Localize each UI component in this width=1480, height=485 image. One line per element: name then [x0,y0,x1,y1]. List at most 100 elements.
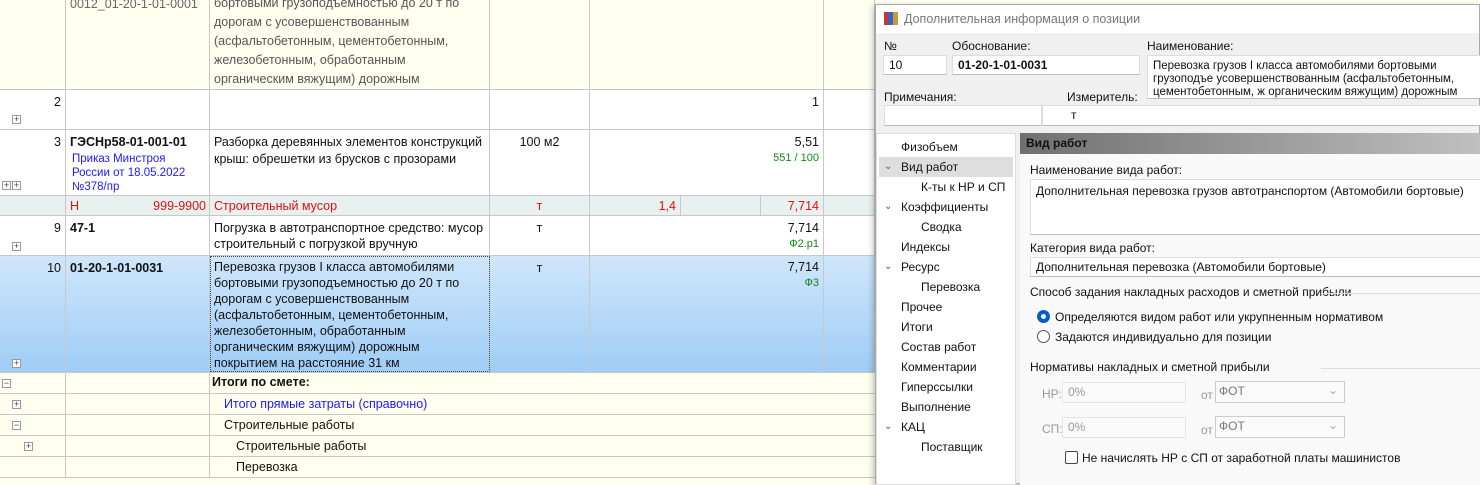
sp-label: СП: [1042,422,1063,436]
name-field[interactable]: Перевозка грузов I класса автомобилями б… [1147,55,1480,99]
position-info-dialog: Дополнительная информация о позиции № 10… [875,4,1480,485]
resource-type: Н [70,199,80,213]
select-value: ФОТ [1219,419,1245,433]
nr-base-select[interactable]: ФОТ ⌄ [1215,381,1345,403]
name: Разборка деревянных элементов конструкци… [210,130,490,195]
work-name-field[interactable]: Дополнительная перевозка грузов автотран… [1030,179,1480,235]
chevron-down-icon: ⌄ [884,421,893,432]
num-field[interactable]: 10 [883,55,947,75]
table-row[interactable]: 3 ГЭСНр58-01-001-01 Приказ Минстроя Росси… [0,130,875,196]
nav-item[interactable]: Выполнение [879,397,1013,417]
code: 47-1 [66,216,210,255]
nav-item[interactable]: Состав работ [879,337,1013,357]
row-number: 9 [0,216,66,255]
nav-item[interactable]: Поставщик [879,437,1013,457]
nav-item[interactable]: ⌄ Ресурс [879,257,1013,277]
totals-label: Строительные работы [224,418,355,432]
no-nr-sp-checkbox[interactable] [1065,451,1078,464]
expand-icon[interactable]: + [12,400,21,409]
num-label: № [884,39,897,53]
unit-field[interactable]: т [1042,105,1480,126]
category-field[interactable]: Дополнительная перевозка (Автомобили бор… [1030,257,1480,277]
table-row-selected[interactable]: 10 01-20-1-01-0031 Перевозка грузов I кл… [0,256,875,373]
nr-field[interactable]: 0% [1062,382,1186,403]
notes-field[interactable] [884,105,1042,126]
code: 0012_01-20-1-01-0001 [66,0,210,89]
value: 1 [590,90,824,129]
totals-label: Строительные работы [236,439,367,453]
row-number: 2 [0,90,66,129]
nav-item[interactable]: К-ты к НР и СП [879,177,1013,197]
nav-item[interactable]: Гиперссылки [879,377,1013,397]
chevron-down-icon: ⌄ [884,261,893,272]
totals-row[interactable]: Строительные работы − [0,415,875,436]
sp-base-select[interactable]: ФОТ ⌄ [1215,416,1345,438]
chevron-down-icon: ⌄ [1327,383,1338,397]
nav-label: Коэффициенты [901,200,989,214]
name-label: Наименование: [1147,39,1234,53]
totals-row[interactable]: Итого прямые затраты (справочно) + [0,394,875,415]
name[interactable]: Перевозка грузов I класса автомобилями б… [210,256,490,372]
from-label: от [1201,388,1213,402]
nav-item[interactable]: Итоги [879,317,1013,337]
table-row[interactable]: 2 1 + [0,90,875,130]
radio-individual[interactable] [1037,330,1050,343]
collapse-icon[interactable]: − [12,421,21,430]
nav-item[interactable]: Комментарии [879,357,1013,377]
expand-icon[interactable]: + [12,181,21,190]
totals-row[interactable]: Перевозка [0,457,875,478]
totals-row[interactable]: Итоги по смете: − [0,373,875,394]
nav-item[interactable]: Перевозка [879,277,1013,297]
code: ГЭСНр58-01-001-01 [70,135,187,149]
order-link[interactable]: Приказ Минстроя России от 18.05.2022 №37… [70,152,205,194]
radio-label: Определяются видом работ или укрупненным… [1055,310,1384,324]
nr-label: НР: [1042,387,1062,401]
resource-row[interactable]: Н 999-9900 Строительный мусор т 1,4 7,714 [0,196,875,216]
direct-costs-link[interactable]: Итого прямые затраты (справочно) [224,397,427,411]
nav-item-selected[interactable]: ⌄ Вид работ [879,157,1013,177]
collapse-icon[interactable]: − [2,379,11,388]
unit: 100 м2 [490,130,590,195]
nav-item[interactable]: Прочее [879,297,1013,317]
work-type-panel: Вид работ Наименование вида работ: Допол… [1020,133,1480,485]
formula: Ф2.р1 [789,238,819,250]
unit: т [490,196,590,215]
notes-label: Примечания: [884,90,957,104]
value: 7,714 [787,260,819,274]
basis-field[interactable]: 01-20-1-01-0031 [952,55,1140,75]
expand-icon[interactable]: + [24,442,33,451]
name: бортовыми грузоподъемностью до 20 т по д… [210,0,490,89]
expand-icon[interactable]: + [12,242,21,251]
totals-label: Перевозка [236,460,298,474]
panel-header: Вид работ [1020,133,1480,154]
formula: 551 / 100 [773,152,819,164]
nav-item[interactable]: Физобъем [879,137,1013,157]
unit: т [490,216,590,255]
chevron-down-icon: ⌄ [884,161,893,172]
table-row[interactable]: 9 47-1 Погрузка в автотранспортное средс… [0,216,875,256]
value: 7,714 [787,221,819,235]
value: 5,51 [794,135,819,149]
table-row[interactable]: 0012_01-20-1-01-0001 бортовыми грузоподъ… [0,0,875,90]
norms-section-label: Нормативы накладных и сметной прибыли [1030,360,1480,374]
code: 01-20-1-01-0031 [66,256,210,372]
expand-icon[interactable]: + [12,115,21,124]
nav-item[interactable]: Сводка [879,217,1013,237]
value: 7,714 [761,196,824,215]
nav-item[interactable]: Индексы [879,237,1013,257]
unit-label: Измеритель: [1067,90,1138,104]
chevron-down-icon: ⌄ [884,201,893,212]
work-name-label: Наименование вида работ: [1030,163,1183,177]
nav-item[interactable]: ⌄ КАЦ [879,417,1013,437]
chevron-down-icon: ⌄ [1327,418,1338,432]
basis-label: Обоснование: [952,39,1031,53]
resource-name: Строительный мусор [210,196,490,215]
radio-by-work-type[interactable] [1037,310,1050,323]
expand-icon[interactable]: + [2,181,11,190]
expand-icon[interactable]: + [12,359,21,368]
totals-row[interactable]: Строительные работы + [0,436,875,457]
title-bar[interactable]: Дополнительная информация о позиции [876,5,1479,33]
name: Погрузка в автотранспортное средство: му… [210,216,490,255]
nav-item[interactable]: ⌄ Коэффициенты [879,197,1013,217]
sp-field[interactable]: 0% [1062,417,1186,438]
